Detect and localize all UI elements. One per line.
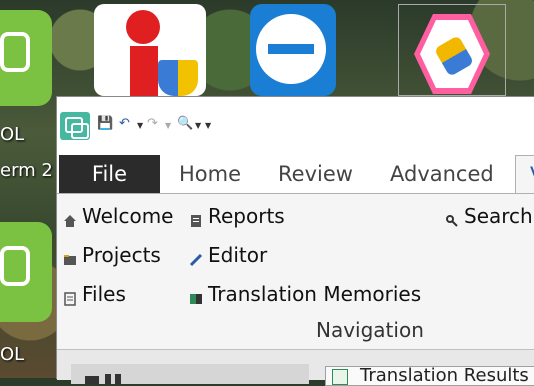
file-icon	[63, 287, 77, 306]
ribbon-panel: Welcome Reports Search Projects Editor F…	[57, 193, 534, 350]
translation-results-icon	[332, 369, 348, 385]
search-icon	[445, 209, 459, 227]
trados-logo-glyph-1	[0, 32, 30, 72]
tab-file[interactable]: File	[59, 155, 160, 193]
files-label: Files	[82, 282, 126, 306]
reports-icon	[189, 209, 203, 227]
undo-icon[interactable]: ↶	[119, 116, 130, 131]
editor-label: Editor	[208, 243, 268, 267]
navigation-group-label: Navigation	[316, 318, 424, 342]
translation-memories-button[interactable]: Translation Memories	[189, 282, 421, 306]
projects-button[interactable]: Projects	[63, 243, 161, 267]
search-label: Search	[464, 204, 533, 228]
ribbon-tabs: File Home Review Advanced V	[57, 155, 534, 193]
translation-memory-icon	[189, 287, 203, 304]
title-bar: 💾 ↶ ▼ ↷ ▼ 🔍 ▼ ▼	[57, 97, 534, 155]
trados-logo-glyph-2	[0, 246, 30, 286]
preview-icon[interactable]: 🔍	[177, 116, 193, 131]
welcome-label: Welcome	[82, 204, 174, 228]
projects-label: Projects	[82, 243, 161, 267]
tab-advanced[interactable]: Advanced	[390, 155, 494, 193]
search-button[interactable]: Search	[445, 204, 533, 228]
translation-memories-label: Translation Memories	[208, 282, 422, 306]
preview-dropdown-icon[interactable]: ▼	[195, 121, 201, 130]
welcome-button[interactable]: Welcome	[63, 204, 173, 228]
home-icon	[63, 209, 77, 227]
info-i-stem	[130, 46, 158, 96]
redo-icon[interactable]: ↷	[147, 116, 158, 131]
projects-icon	[63, 248, 77, 265]
info-i-icon	[126, 10, 160, 44]
translation-results-tab[interactable]: Translation Results	[325, 366, 534, 386]
tab-home[interactable]: Home	[179, 155, 241, 193]
save-icon[interactable]: 💾	[97, 116, 113, 131]
translation-results-label: Translation Results	[360, 366, 529, 386]
editor-button[interactable]: Editor	[189, 243, 267, 267]
reports-button[interactable]: Reports	[189, 204, 285, 228]
navigation-pane-header[interactable]	[71, 364, 309, 384]
bottom-pane-area: Translation Results	[57, 349, 534, 386]
trados-studio-window: 💾 ↶ ▼ ↷ ▼ 🔍 ▼ ▼ File Home Review Advance…	[56, 96, 534, 386]
teamviewer-arrows-icon	[268, 44, 314, 54]
files-button[interactable]: Files	[63, 282, 126, 306]
undo-dropdown-icon[interactable]: ▼	[137, 121, 143, 130]
trados-logo-icon[interactable]	[60, 112, 90, 140]
desktop-label-2: erm 2	[0, 160, 53, 181]
desktop-label-3: OL	[0, 344, 25, 365]
tab-review[interactable]: Review	[278, 155, 353, 193]
redo-dropdown-icon[interactable]: ▼	[165, 121, 171, 130]
shield-icon	[158, 60, 198, 96]
pencil-icon	[189, 248, 203, 267]
tab-view[interactable]: V	[515, 155, 534, 193]
reports-label: Reports	[208, 204, 285, 228]
desktop-label-1: OL	[0, 124, 25, 145]
customize-quick-access-icon[interactable]: ▼	[205, 121, 211, 130]
